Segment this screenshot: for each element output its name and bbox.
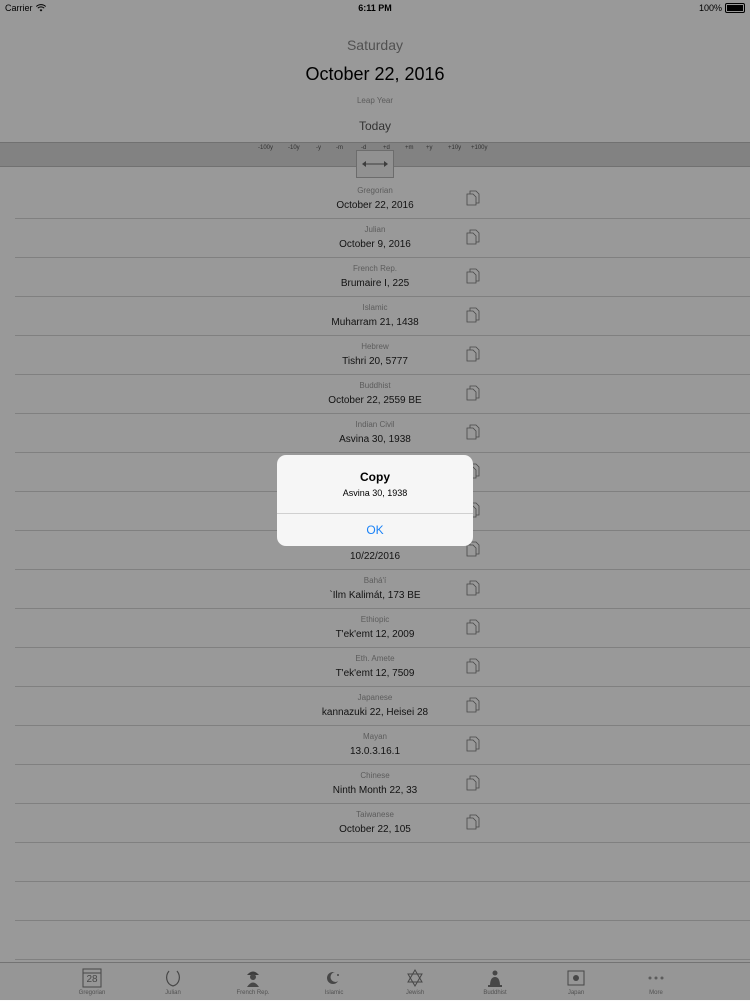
alert-message: Asvina 30, 1938 xyxy=(342,488,408,498)
copy-alert: Copy Asvina 30, 1938 OK xyxy=(277,455,473,546)
ok-button[interactable]: OK xyxy=(277,514,473,546)
alert-title: Copy xyxy=(360,470,390,484)
